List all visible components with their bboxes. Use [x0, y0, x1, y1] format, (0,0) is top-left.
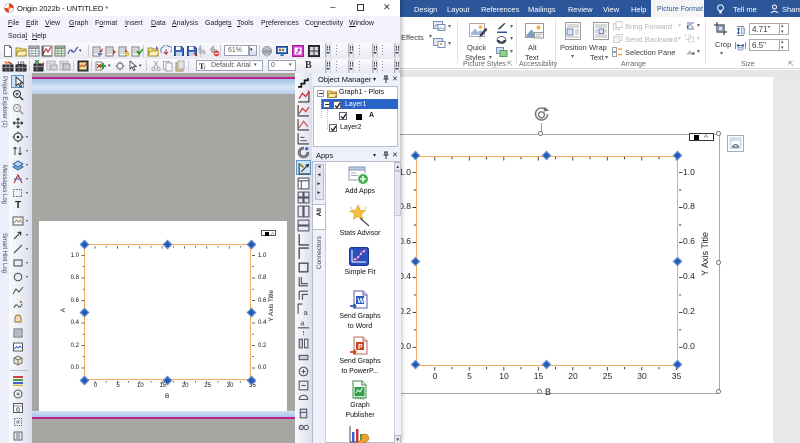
svg-text:123: 123 — [17, 61, 25, 66]
svg-text:a: a — [300, 319, 305, 328]
svg-text:a: a — [304, 308, 309, 316]
svg-text:PNG: PNG — [355, 396, 365, 401]
svg-text:r: r — [204, 66, 206, 71]
svg-text:W: W — [358, 298, 365, 305]
svg-text:P: P — [358, 344, 363, 351]
